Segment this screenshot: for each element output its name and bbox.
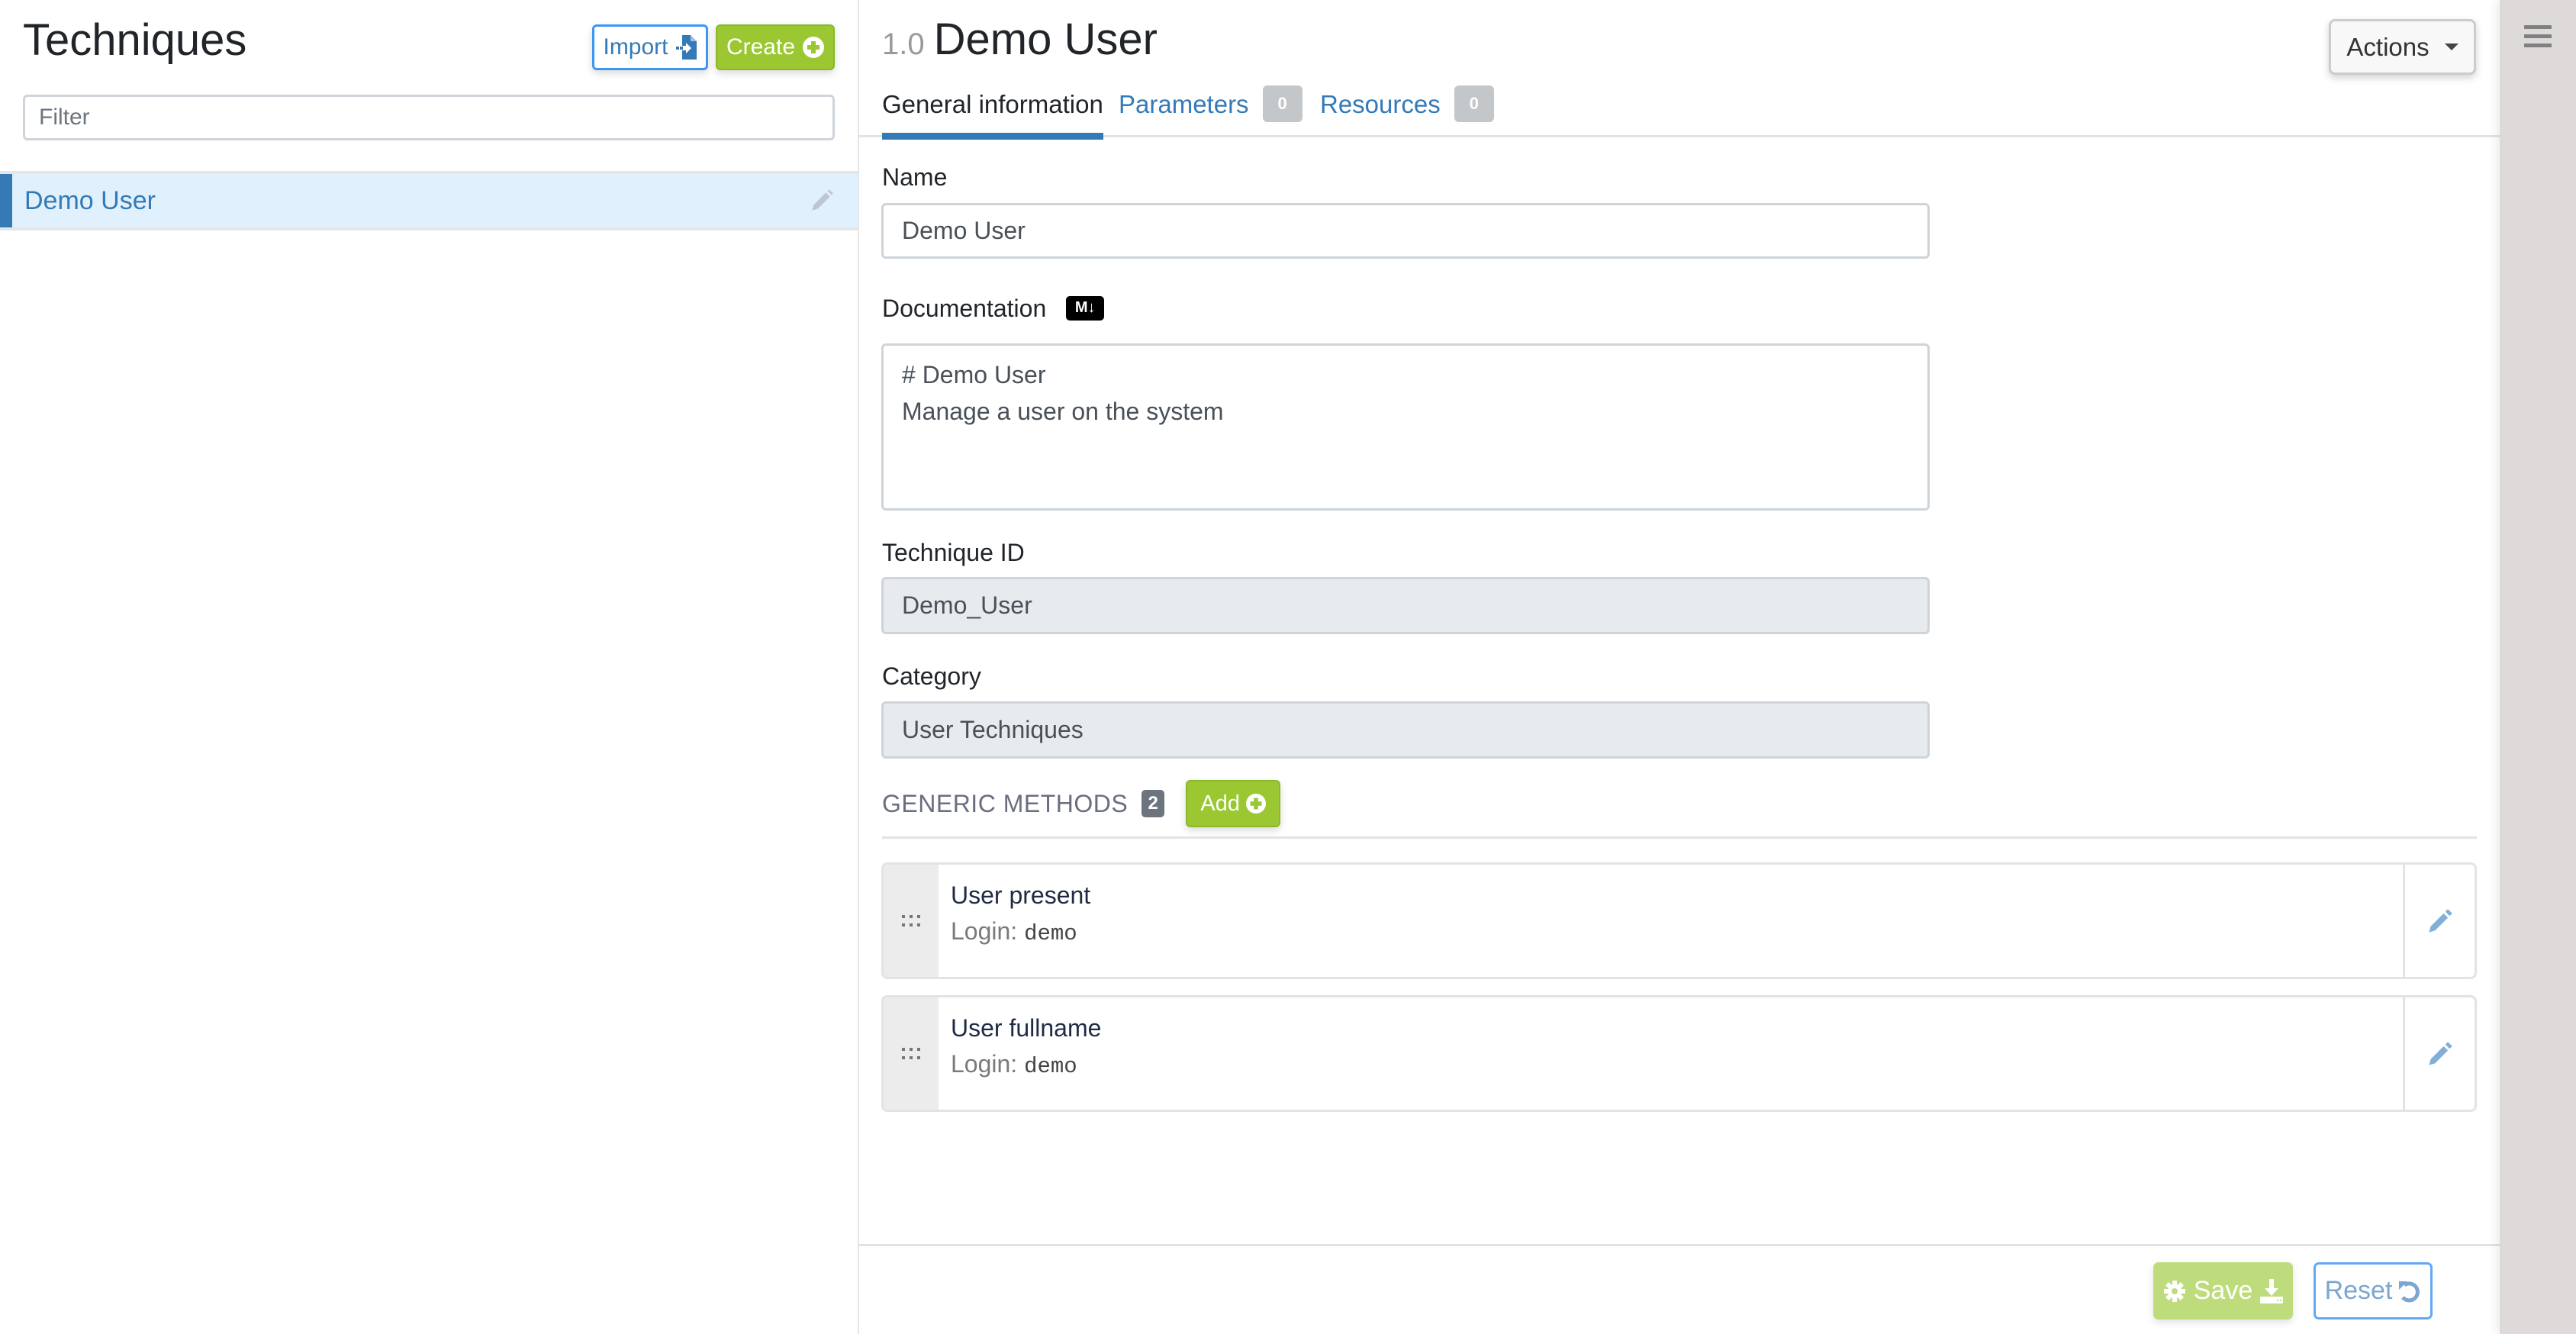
technique-id-input[interactable]: Demo_User <box>881 577 1930 634</box>
documentation-label-row: Documentation M↓ <box>882 295 1105 323</box>
name-value: Demo User <box>902 217 1026 244</box>
resources-count-badge: 0 <box>1454 85 1494 122</box>
save-button[interactable]: Save <box>2153 1262 2293 1320</box>
generic-methods-count-badge: 2 <box>1141 790 1165 817</box>
method-param: Login: demo <box>951 912 1090 953</box>
menu-toggle[interactable] <box>2524 25 2552 50</box>
documentation-line: Manage a user on the system <box>902 398 1224 425</box>
grip-dots-icon <box>902 1047 920 1059</box>
add-label: Add <box>1200 791 1240 816</box>
drag-handle[interactable] <box>884 997 939 1110</box>
filter-input[interactable] <box>23 95 835 140</box>
method-card[interactable]: User present Login: demo <box>881 862 2477 979</box>
method-param: Login: demo <box>951 1045 1101 1086</box>
actions-label: Actions <box>2346 32 2429 61</box>
technique-list: Demo User <box>0 171 858 230</box>
drag-handle[interactable] <box>884 865 939 977</box>
import-button[interactable]: Import <box>592 24 708 70</box>
tab-general-information[interactable]: General information <box>882 81 1103 140</box>
editor-footer: Save Reset <box>859 1244 2500 1334</box>
section-divider <box>882 836 2477 839</box>
pencil-icon <box>2428 908 2452 933</box>
technique-version: 1.0 <box>882 27 925 61</box>
undo-icon <box>2399 1281 2420 1302</box>
tab-resources[interactable]: Resources 0 <box>1320 81 1494 137</box>
tab-label: Resources <box>1320 90 1441 118</box>
create-label: Create <box>726 34 796 60</box>
edit-method-button[interactable] <box>2403 997 2475 1110</box>
documentation-label: Documentation <box>882 295 1047 322</box>
generic-methods-title: GENERIC METHODS <box>882 789 1129 817</box>
hamburger-icon <box>2524 44 2552 47</box>
download-icon <box>2260 1278 2284 1303</box>
active-tab-indicator <box>882 133 1103 140</box>
import-label: Import <box>603 34 668 60</box>
generic-methods-header: GENERIC METHODS 2 Add <box>882 780 1281 827</box>
method-body: User fullname Login: demo <box>951 1011 1101 1086</box>
documentation-textarea[interactable]: # Demo User Manage a user on the system <box>881 343 1930 511</box>
technique-list-item[interactable]: Demo User <box>0 171 858 230</box>
hamburger-icon <box>2524 25 2552 29</box>
reset-label: Reset <box>2324 1276 2393 1305</box>
tab-parameters[interactable]: Parameters 0 <box>1119 81 1302 137</box>
param-value: demo <box>1024 921 1077 946</box>
technique-name: Demo User <box>24 185 156 215</box>
method-name: User fullname <box>951 1014 1102 1042</box>
parameters-count-badge: 0 <box>1262 85 1302 122</box>
pencil-icon[interactable] <box>809 188 835 214</box>
category-input[interactable]: User Techniques <box>881 701 1930 759</box>
markdown-icon: M↓ <box>1066 295 1105 321</box>
tab-bar: General information Parameters 0 Resourc… <box>859 81 2500 140</box>
method-body: User present Login: demo <box>951 878 1090 953</box>
technique-title: Demo User <box>933 14 1158 64</box>
add-method-button[interactable]: Add <box>1186 780 1281 827</box>
documentation-line: # Demo User <box>902 361 1046 388</box>
method-name: User present <box>951 881 1091 909</box>
technique-editor: 1.0 Demo User Actions General information… <box>859 0 2500 1334</box>
pencil-icon <box>2428 1041 2452 1065</box>
technique-id-label: Technique ID <box>882 539 1025 566</box>
actions-dropdown[interactable]: Actions <box>2329 19 2476 75</box>
page-title: 1.0 Demo User <box>882 14 1158 65</box>
name-input[interactable]: Demo User <box>881 203 1930 259</box>
save-label: Save <box>2193 1276 2253 1305</box>
right-sidebar <box>2500 0 2576 1334</box>
plus-circle-icon <box>803 37 825 58</box>
app-root: Techniques Import Create Demo User <box>0 0 2576 1334</box>
techniques-panel: Techniques Import Create Demo User <box>0 0 859 1334</box>
name-label: Name <box>882 163 948 191</box>
param-label: Login: <box>951 917 1018 945</box>
reset-button[interactable]: Reset <box>2314 1262 2433 1320</box>
caret-down-icon <box>2444 44 2458 50</box>
param-label: Login: <box>951 1050 1018 1078</box>
techniques-title: Techniques <box>23 15 247 65</box>
technique-id-value: Demo_User <box>902 591 1032 619</box>
category-value: User Techniques <box>902 716 1084 743</box>
file-import-icon <box>675 35 697 60</box>
selected-indicator <box>0 174 12 227</box>
category-label: Category <box>882 662 981 690</box>
method-card[interactable]: User fullname Login: demo <box>881 995 2477 1112</box>
gear-icon <box>2163 1280 2185 1302</box>
grip-dots-icon <box>902 914 920 926</box>
edit-method-button[interactable] <box>2403 865 2475 977</box>
tab-label: General information <box>882 90 1103 118</box>
hamburger-icon <box>2524 34 2552 38</box>
param-value: demo <box>1024 1054 1077 1079</box>
tab-label: Parameters <box>1119 90 1249 118</box>
plus-circle-icon <box>1245 794 1266 814</box>
create-button[interactable]: Create <box>716 24 835 70</box>
